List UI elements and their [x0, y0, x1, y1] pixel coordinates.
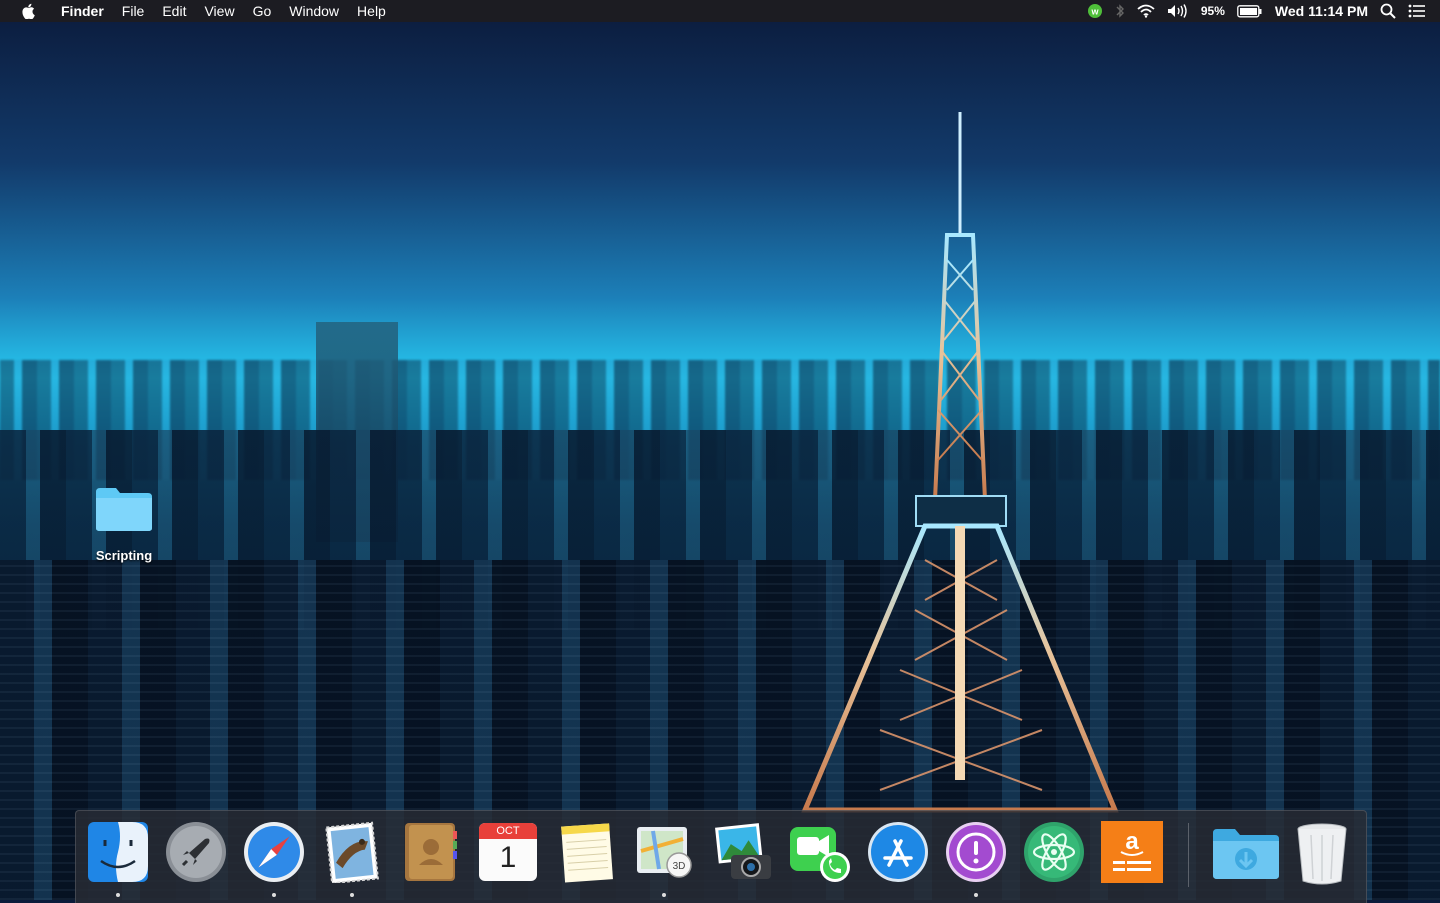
- bluetooth-icon[interactable]: [1115, 3, 1125, 19]
- wifi-icon[interactable]: [1137, 4, 1155, 18]
- desktop-folder-scripting[interactable]: Scripting: [86, 484, 162, 563]
- folder-icon: [94, 484, 154, 532]
- mail-stamp-icon: [321, 821, 383, 885]
- maps-icon: 3D: [633, 821, 695, 883]
- dock-contacts[interactable]: [398, 821, 462, 889]
- calendar-month: OCT: [479, 823, 537, 839]
- menu-view[interactable]: View: [195, 0, 243, 22]
- svg-text:w: w: [1090, 7, 1099, 17]
- dock-notes[interactable]: [554, 821, 618, 889]
- dock: OCT 1 3D a: [75, 810, 1367, 903]
- running-indicator: [974, 893, 978, 897]
- spotlight-search-icon[interactable]: [1380, 3, 1396, 19]
- menu-help[interactable]: Help: [348, 0, 395, 22]
- menu-go[interactable]: Go: [244, 0, 281, 22]
- finder-icon: [87, 821, 149, 883]
- dock-downloads[interactable]: [1210, 821, 1279, 889]
- dock-calendar[interactable]: OCT 1: [476, 821, 540, 889]
- notes-icon: [555, 821, 617, 883]
- safari-compass-icon: [243, 821, 305, 883]
- desktop-folder-label: Scripting: [95, 548, 153, 563]
- dock-app-store[interactable]: [866, 821, 930, 889]
- menu-clock[interactable]: Wed 11:14 PM: [1275, 3, 1368, 19]
- apple-menu-icon[interactable]: [18, 3, 38, 19]
- dock-maps[interactable]: 3D: [632, 821, 696, 897]
- battery-percentage[interactable]: 95%: [1201, 4, 1225, 18]
- maps-3d-badge: 3D: [673, 861, 686, 872]
- dock-mail[interactable]: [320, 821, 384, 897]
- contacts-book-icon: [399, 821, 461, 883]
- running-indicator: [662, 893, 666, 897]
- dock-launchpad[interactable]: [164, 821, 228, 889]
- running-indicator: [350, 893, 354, 897]
- svg-text:a: a: [1125, 828, 1139, 855]
- facetime-icon: [789, 821, 851, 883]
- app-store-icon: [867, 821, 929, 883]
- menu-edit[interactable]: Edit: [153, 0, 195, 22]
- wunderlist-icon[interactable]: w: [1087, 3, 1103, 19]
- wallpaper-tokyo-tower: [801, 112, 1119, 813]
- menu-app-name[interactable]: Finder: [52, 0, 113, 22]
- calendar-icon: OCT 1: [479, 823, 537, 881]
- dock-trash[interactable]: [1290, 821, 1354, 889]
- atom-editor-icon: [1023, 821, 1085, 883]
- amazon-icon: a: [1101, 821, 1163, 883]
- dock-amazon[interactable]: a: [1100, 821, 1164, 889]
- feedback-exclamation-icon: [945, 821, 1007, 883]
- calendar-day: 1: [499, 841, 517, 874]
- dock-image-capture[interactable]: [710, 821, 774, 889]
- launchpad-rocket-icon: [165, 821, 227, 883]
- volume-icon[interactable]: [1167, 4, 1189, 18]
- battery-icon[interactable]: [1237, 4, 1263, 18]
- image-capture-camera-icon: [711, 821, 773, 883]
- dock-safari[interactable]: [242, 821, 306, 897]
- dock-finder[interactable]: [86, 821, 150, 897]
- downloads-folder-icon: [1211, 821, 1279, 883]
- dock-feedback-assistant[interactable]: [944, 821, 1008, 897]
- dock-atom[interactable]: [1022, 821, 1086, 889]
- notification-center-icon[interactable]: [1408, 4, 1426, 18]
- menu-bar: Finder File Edit View Go Window Help w 9…: [0, 0, 1440, 22]
- menu-file[interactable]: File: [113, 0, 154, 22]
- dock-facetime[interactable]: [788, 821, 852, 889]
- menu-window[interactable]: Window: [280, 0, 348, 22]
- trash-icon: [1291, 821, 1353, 885]
- dock-separator: [1188, 823, 1189, 887]
- running-indicator: [272, 893, 276, 897]
- running-indicator: [116, 893, 120, 897]
